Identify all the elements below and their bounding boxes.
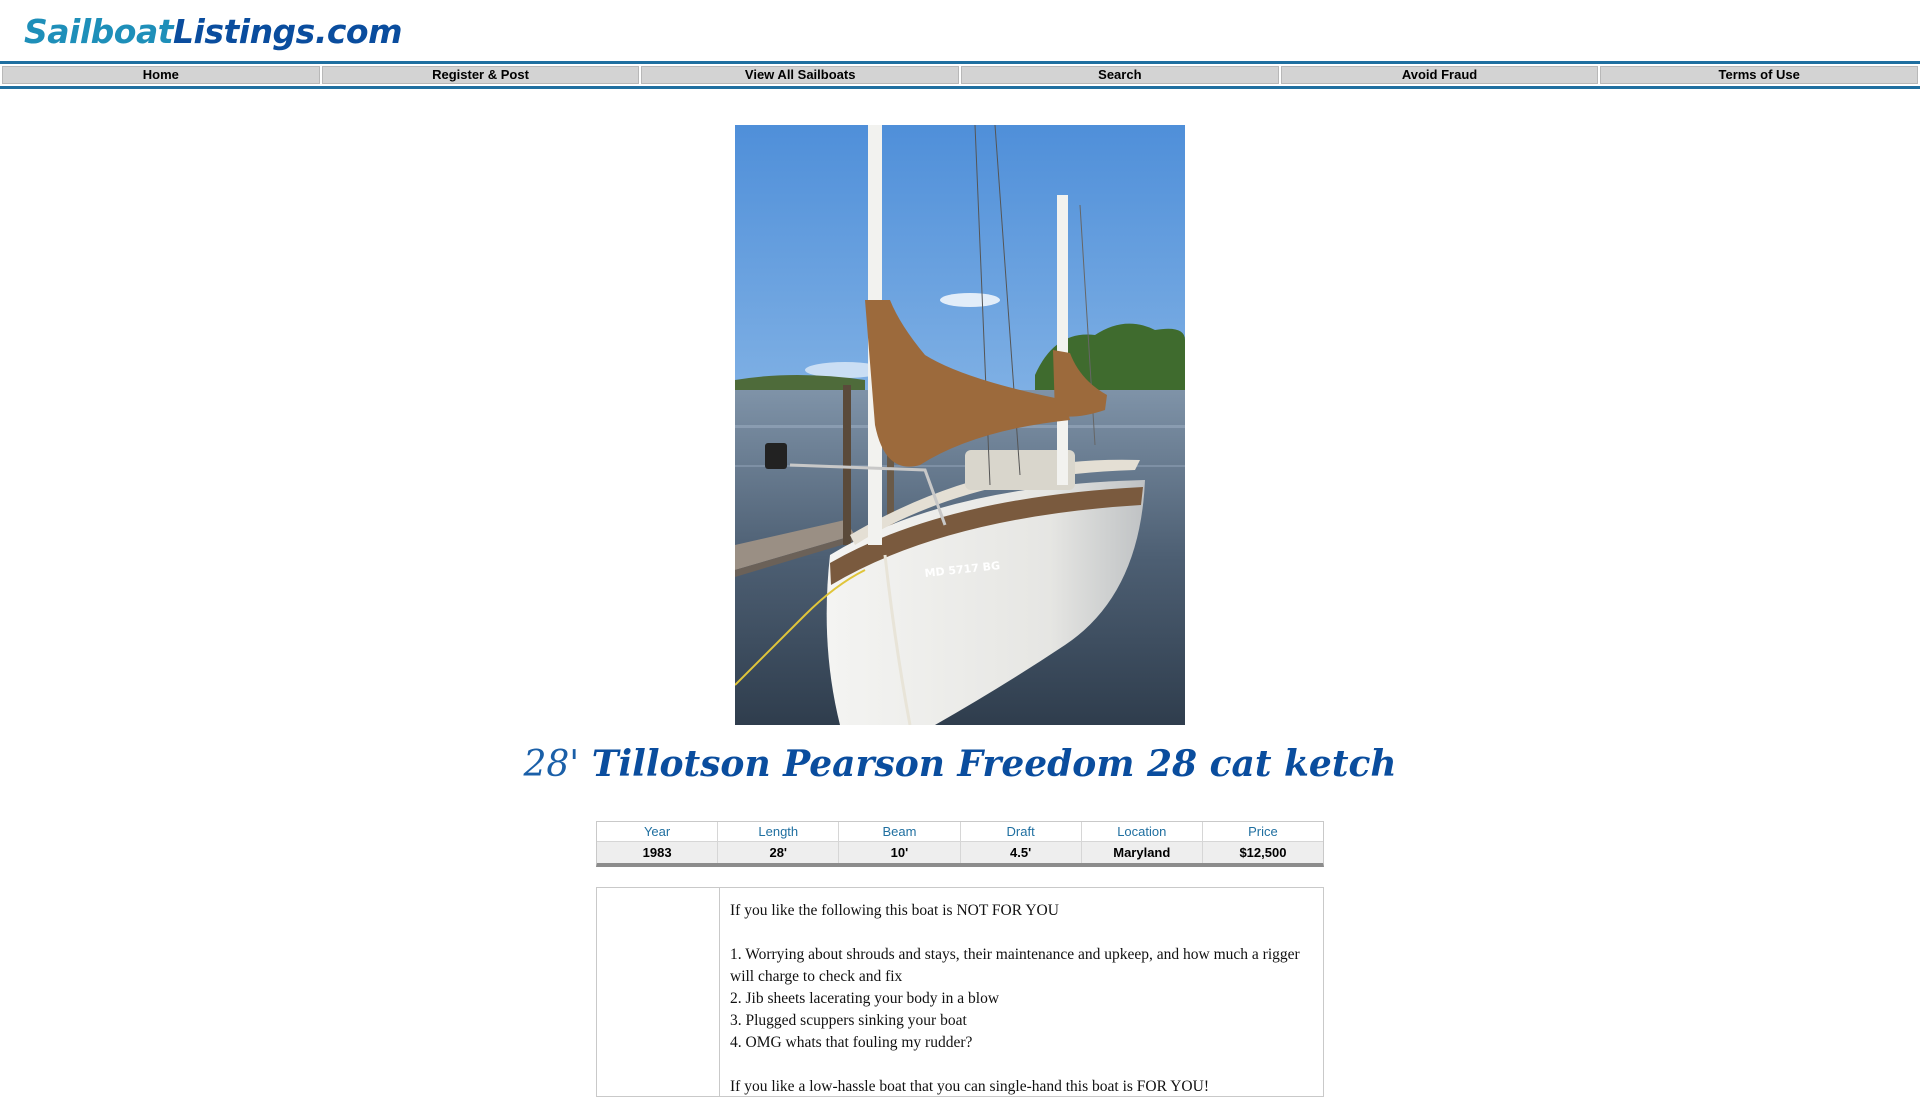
specs-header-row: Year Length Beam Draft Location Price xyxy=(597,822,1324,842)
spec-value-location: Maryland xyxy=(1081,842,1203,863)
spec-header-price: Price xyxy=(1202,822,1324,842)
spec-value-length: 28' xyxy=(718,842,840,863)
spec-header-draft: Draft xyxy=(960,822,1082,842)
nav-avoid-fraud[interactable]: Avoid Fraud xyxy=(1280,66,1599,84)
listing-name: Tillotson Pearson Freedom 28 cat ketch xyxy=(591,743,1397,785)
boat-photo[interactable]: MD 5717 BG xyxy=(735,125,1185,725)
spec-value-beam: 10' xyxy=(839,842,961,863)
nav-register-post[interactable]: Register & Post xyxy=(321,66,640,84)
nav-terms-of-use[interactable]: Terms of Use xyxy=(1600,66,1919,84)
main-nav: Home Register & Post View All Sailboats … xyxy=(0,61,1920,89)
spec-header-length: Length xyxy=(718,822,840,842)
logo-text-listings: Listings xyxy=(173,12,315,51)
description-sidebar xyxy=(597,888,720,1096)
description-item: 2. Jib sheets lacerating your body in a … xyxy=(730,990,1000,1007)
spec-header-year: Year xyxy=(597,822,719,842)
spec-header-location: Location xyxy=(1081,822,1203,842)
description-intro: If you like the following this boat is N… xyxy=(730,902,1059,919)
description-item: 4. OMG whats that fouling my rudder? xyxy=(730,1034,973,1051)
specs-table: Year Length Beam Draft Location Price 19… xyxy=(596,821,1324,867)
description-text: If you like the following this boat is N… xyxy=(720,888,1323,1096)
spec-value-price: $12,500 xyxy=(1202,842,1324,863)
spec-value-year: 1983 xyxy=(597,842,719,863)
description-item: 1. Worrying about shrouds and stays, the… xyxy=(730,946,1300,985)
site-logo[interactable]: SailboatListings.com xyxy=(24,10,402,54)
nav-home[interactable]: Home xyxy=(2,66,320,84)
description-outro: If you like a low-hassle boat that you c… xyxy=(730,1078,1209,1095)
spec-header-beam: Beam xyxy=(839,822,961,842)
logo-text-com: .com xyxy=(314,12,403,51)
description-item: 3. Plugged scuppers sinking your boat xyxy=(730,1012,967,1029)
description-box: If you like the following this boat is N… xyxy=(596,887,1324,1097)
logo-text-sailboat: Sailboat xyxy=(24,12,174,51)
site-header: SailboatListings.com xyxy=(0,0,1920,62)
nav-search[interactable]: Search xyxy=(961,66,1279,84)
spec-value-draft: 4.5' xyxy=(960,842,1082,863)
specs-value-row: 1983 28' 10' 4.5' Maryland $12,500 xyxy=(597,842,1324,863)
nav-view-all-sailboats[interactable]: View All Sailboats xyxy=(641,66,960,84)
listing-length: 28' xyxy=(523,744,580,785)
listing-title: 28' Tillotson Pearson Freedom 28 cat ket… xyxy=(0,738,1920,791)
